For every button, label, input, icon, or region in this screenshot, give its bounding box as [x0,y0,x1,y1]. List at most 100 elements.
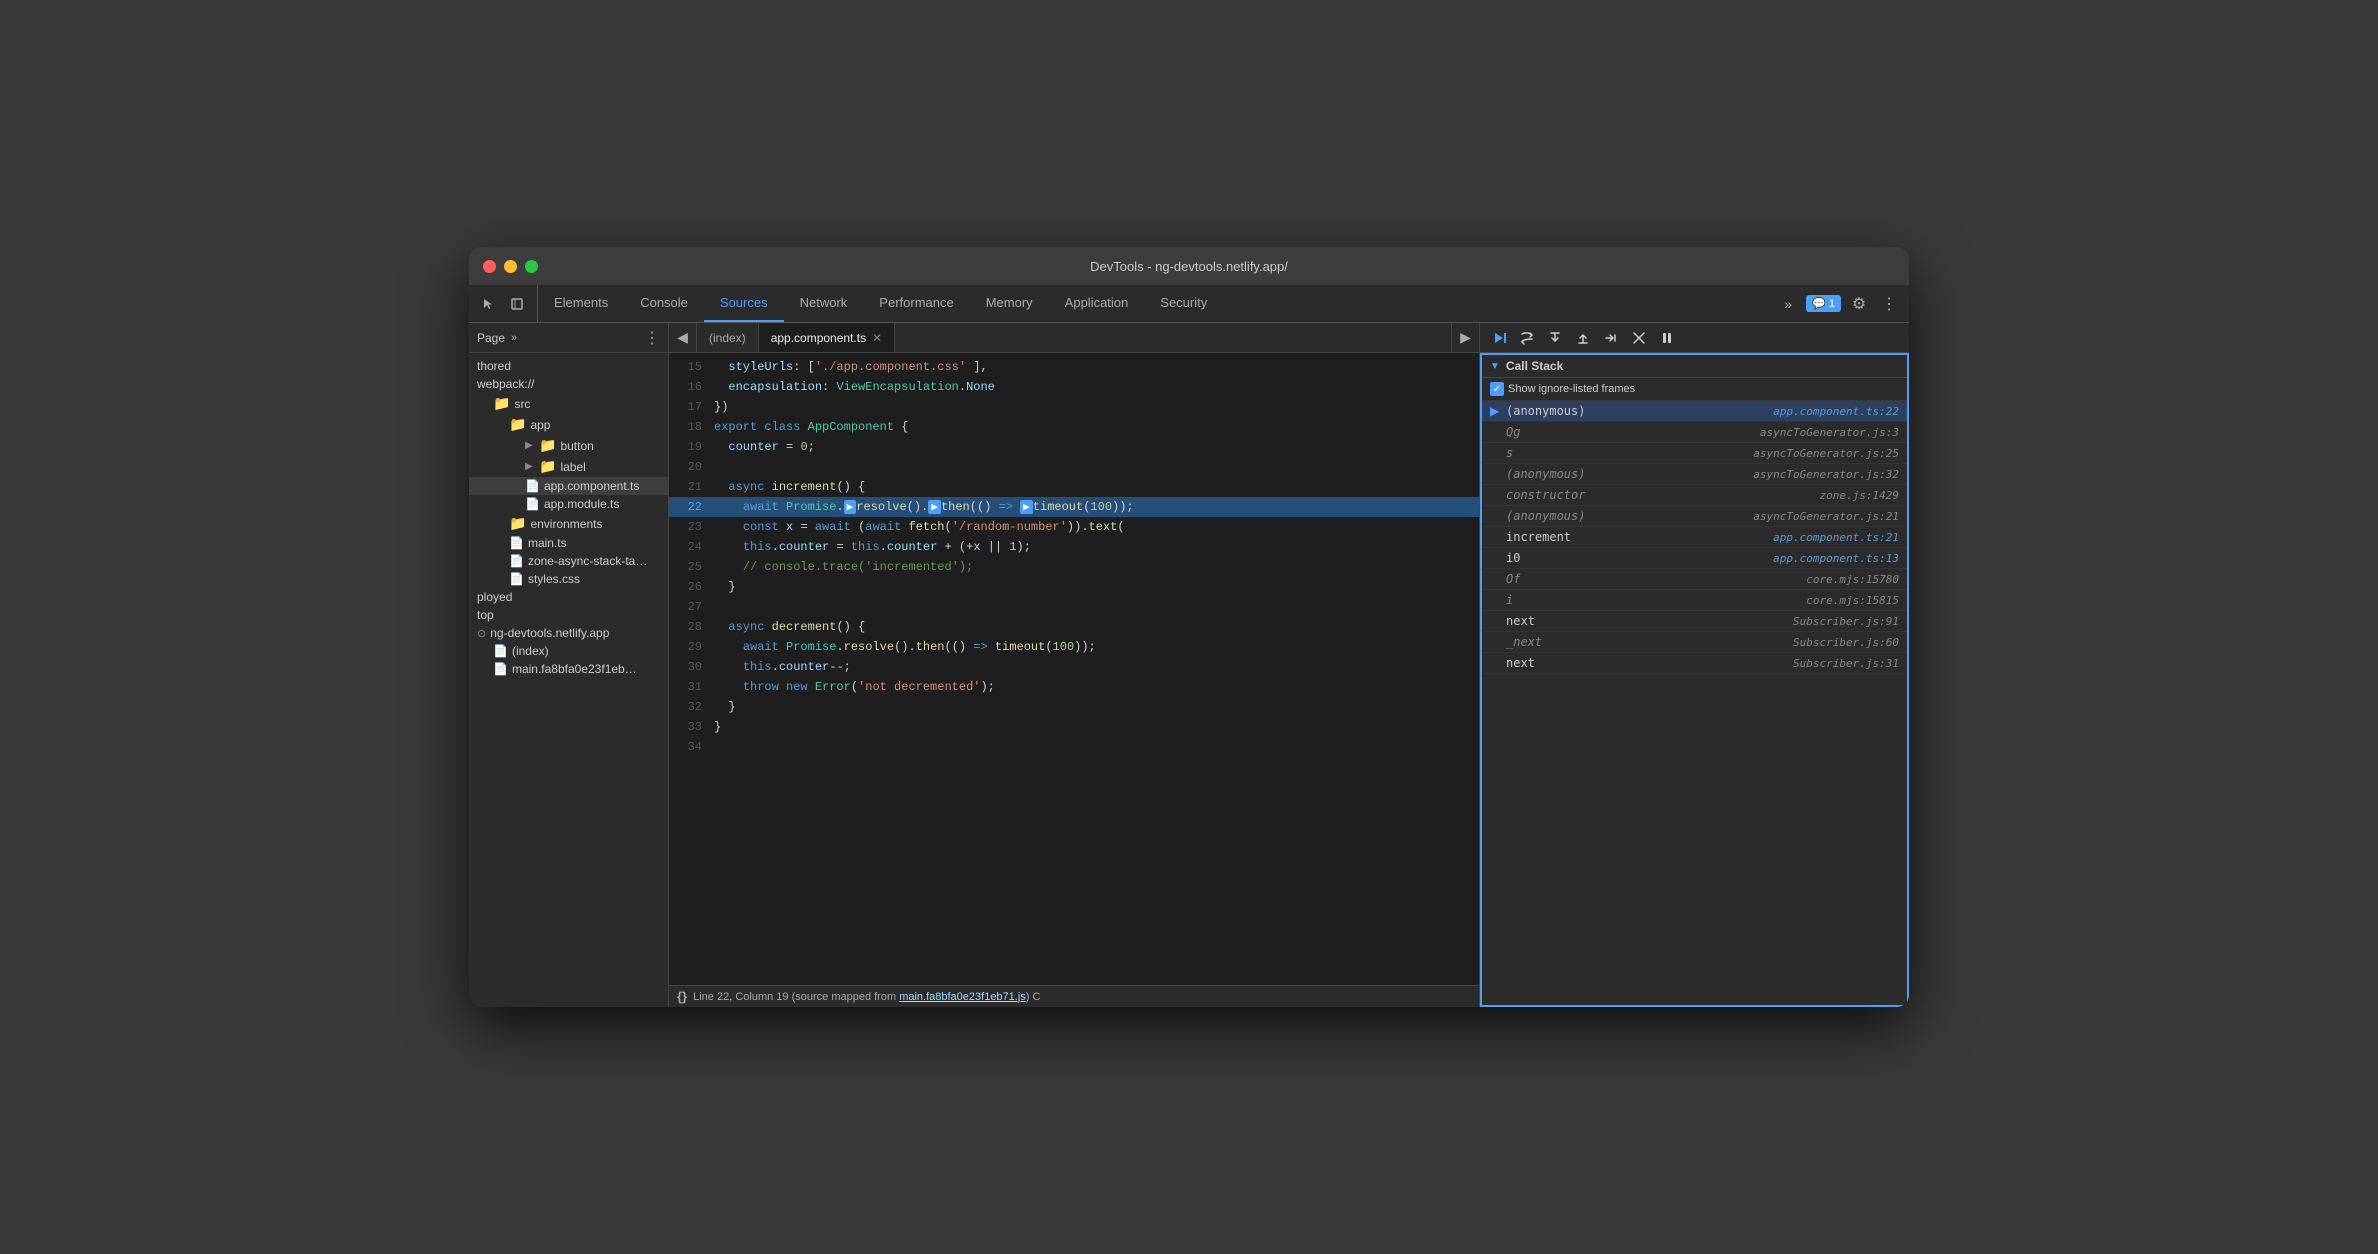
stack-item[interactable]: (anonymous) asyncToGenerator.js:21 [1482,506,1907,527]
tab-performance[interactable]: Performance [863,285,969,322]
inspect-icon[interactable] [505,292,529,316]
sidebar-options-icon[interactable]: ⋮ [644,328,660,348]
folder-icon: 📁 [509,515,526,532]
stack-item[interactable]: next Subscriber.js:91 [1482,611,1907,632]
file-tab-index[interactable]: (index) [697,323,759,352]
code-line: 15 styleUrls: ['./app.component.css' ], [669,357,1479,377]
stack-item[interactable]: i0 app.component.ts:13 [1482,548,1907,569]
code-line: 33 } [669,717,1479,737]
file-icon: 📄 [525,497,540,511]
tree-item-app-module[interactable]: 📄 app.module.ts [469,495,668,513]
tab-bar-nav-icons [477,285,538,322]
code-line: 23 const x = await (await fetch('/random… [669,517,1479,537]
call-stack-header: ▼ Call Stack [1482,355,1907,378]
tree-item-top[interactable]: top [469,606,668,624]
pause-on-exceptions-button[interactable] [1656,327,1678,349]
code-line-breakpoint: 22 await Promise.▶resolve().▶then(() => … [669,497,1479,517]
status-text: Line 22, Column 19 (source mapped from m… [693,991,1471,1003]
current-frame-icon: ▶ [1490,404,1500,418]
tree-item-main-ts[interactable]: 📄 main.ts [469,534,668,552]
stack-item[interactable]: Qg asyncToGenerator.js:3 [1482,422,1907,443]
sidebar-more-button[interactable]: » [511,332,517,344]
stack-item[interactable]: _next Subscriber.js:60 [1482,632,1907,653]
code-line: 26 } [669,577,1479,597]
prev-tab-button[interactable]: ◀ [669,323,697,352]
stack-item[interactable]: Of core.mjs:15780 [1482,569,1907,590]
tab-list: Elements Console Sources Network Perform… [538,285,1768,322]
close-button[interactable] [483,260,496,273]
source-map-link[interactable]: main.fa8bfa0e23f1eb71.js [899,991,1026,1003]
maximize-button[interactable] [525,260,538,273]
step-into-button[interactable] [1544,327,1566,349]
step-out-button[interactable] [1572,327,1594,349]
file-tabs: (index) app.component.ts ✕ [697,323,1451,352]
file-icon: 📄 [493,662,508,676]
file-tab-app-component[interactable]: app.component.ts ✕ [759,323,895,352]
folder-icon: 📁 [539,458,556,475]
stack-item[interactable]: i core.mjs:15815 [1482,590,1907,611]
stack-item[interactable]: (anonymous) asyncToGenerator.js:32 [1482,464,1907,485]
code-line: 29 await Promise.resolve().then(() => ti… [669,637,1479,657]
next-tab-button[interactable]: ▶ [1451,323,1479,352]
code-line: 20 [669,457,1479,477]
sidebar: Page » ⋮ thored webpack:// 📁 src 📁 app [469,323,669,1007]
stack-item[interactable]: ▶ (anonymous) app.component.ts:22 [1482,401,1907,422]
tree-item-label[interactable]: ▶ 📁 label [469,456,668,477]
tab-network[interactable]: Network [784,285,864,322]
step-over-button[interactable] [1516,327,1538,349]
tree-item-zone-async[interactable]: 📄 zone-async-stack-ta… [469,552,668,570]
resume-button[interactable] [1488,327,1510,349]
main-content: Page » ⋮ thored webpack:// 📁 src 📁 app [469,323,1909,1007]
tree-item-ployed[interactable]: ployed [469,588,668,606]
stack-item[interactable]: constructor zone.js:1429 [1482,485,1907,506]
folder-icon: 📁 [493,395,510,412]
status-bar: {} Line 22, Column 19 (source mapped fro… [669,985,1479,1007]
domain-icon: ⊙ [477,627,486,640]
minimize-button[interactable] [504,260,517,273]
main-tab-bar: Elements Console Sources Network Perform… [469,285,1909,323]
stack-item[interactable]: increment app.component.ts:21 [1482,527,1907,548]
tree-item-main-bundle[interactable]: 📄 main.fa8bfa0e23f1eb… [469,660,668,678]
stack-item[interactable]: s asyncToGenerator.js:25 [1482,443,1907,464]
file-icon: 📄 [509,554,524,568]
tree-item-ng-devtools[interactable]: ⊙ ng-devtools.netlify.app [469,624,668,642]
tab-memory[interactable]: Memory [970,285,1049,322]
call-stack-list: ▶ (anonymous) app.component.ts:22 Qg asy… [1482,401,1907,674]
show-ignored-row: ✓ Show ignore-listed frames [1482,378,1907,401]
code-line: 30 this.counter--; [669,657,1479,677]
tree-item-thored[interactable]: thored [469,357,668,375]
more-tabs-button[interactable]: » [1776,292,1800,316]
step-button[interactable] [1600,327,1622,349]
tree-item-styles-css[interactable]: 📄 styles.css [469,570,668,588]
tab-console[interactable]: Console [624,285,704,322]
cursor-icon[interactable] [477,292,501,316]
file-icon: 📄 [509,572,524,586]
tree-item-app-component[interactable]: 📄 app.component.ts [469,477,668,495]
notification-badge[interactable]: 💬 1 [1806,295,1841,312]
tab-bar-actions: » 💬 1 ⚙ ⋮ [1768,285,1901,322]
tab-sources[interactable]: Sources [704,285,784,322]
stack-item[interactable]: next Subscriber.js:31 [1482,653,1907,674]
collapse-arrow-icon[interactable]: ▼ [1490,361,1500,372]
file-icon: 📄 [509,536,524,550]
tree-item-src[interactable]: 📁 src [469,393,668,414]
deactivate-breakpoints-button[interactable] [1628,327,1650,349]
close-tab-icon[interactable]: ✕ [872,331,882,345]
tree-item-index[interactable]: 📄 (index) [469,642,668,660]
tab-elements[interactable]: Elements [538,285,624,322]
tree-item-button[interactable]: ▶ 📁 button [469,435,668,456]
tab-application[interactable]: Application [1049,285,1145,322]
format-icon[interactable]: {} [677,989,687,1004]
settings-icon[interactable]: ⚙ [1847,292,1871,316]
window-title: DevTools - ng-devtools.netlify.app/ [1090,259,1288,274]
tree-item-environments[interactable]: 📁 environments [469,513,668,534]
tab-security[interactable]: Security [1144,285,1223,322]
code-line: 27 [669,597,1479,617]
code-line: 31 throw new Error('not decremented'); [669,677,1479,697]
sidebar-page-tab[interactable]: Page [477,331,505,345]
show-ignored-checkbox[interactable]: ✓ [1490,382,1504,396]
title-bar: DevTools - ng-devtools.netlify.app/ [469,247,1909,285]
tree-item-app[interactable]: 📁 app [469,414,668,435]
more-options-icon[interactable]: ⋮ [1877,292,1901,316]
tree-item-webpack[interactable]: webpack:// [469,375,668,393]
